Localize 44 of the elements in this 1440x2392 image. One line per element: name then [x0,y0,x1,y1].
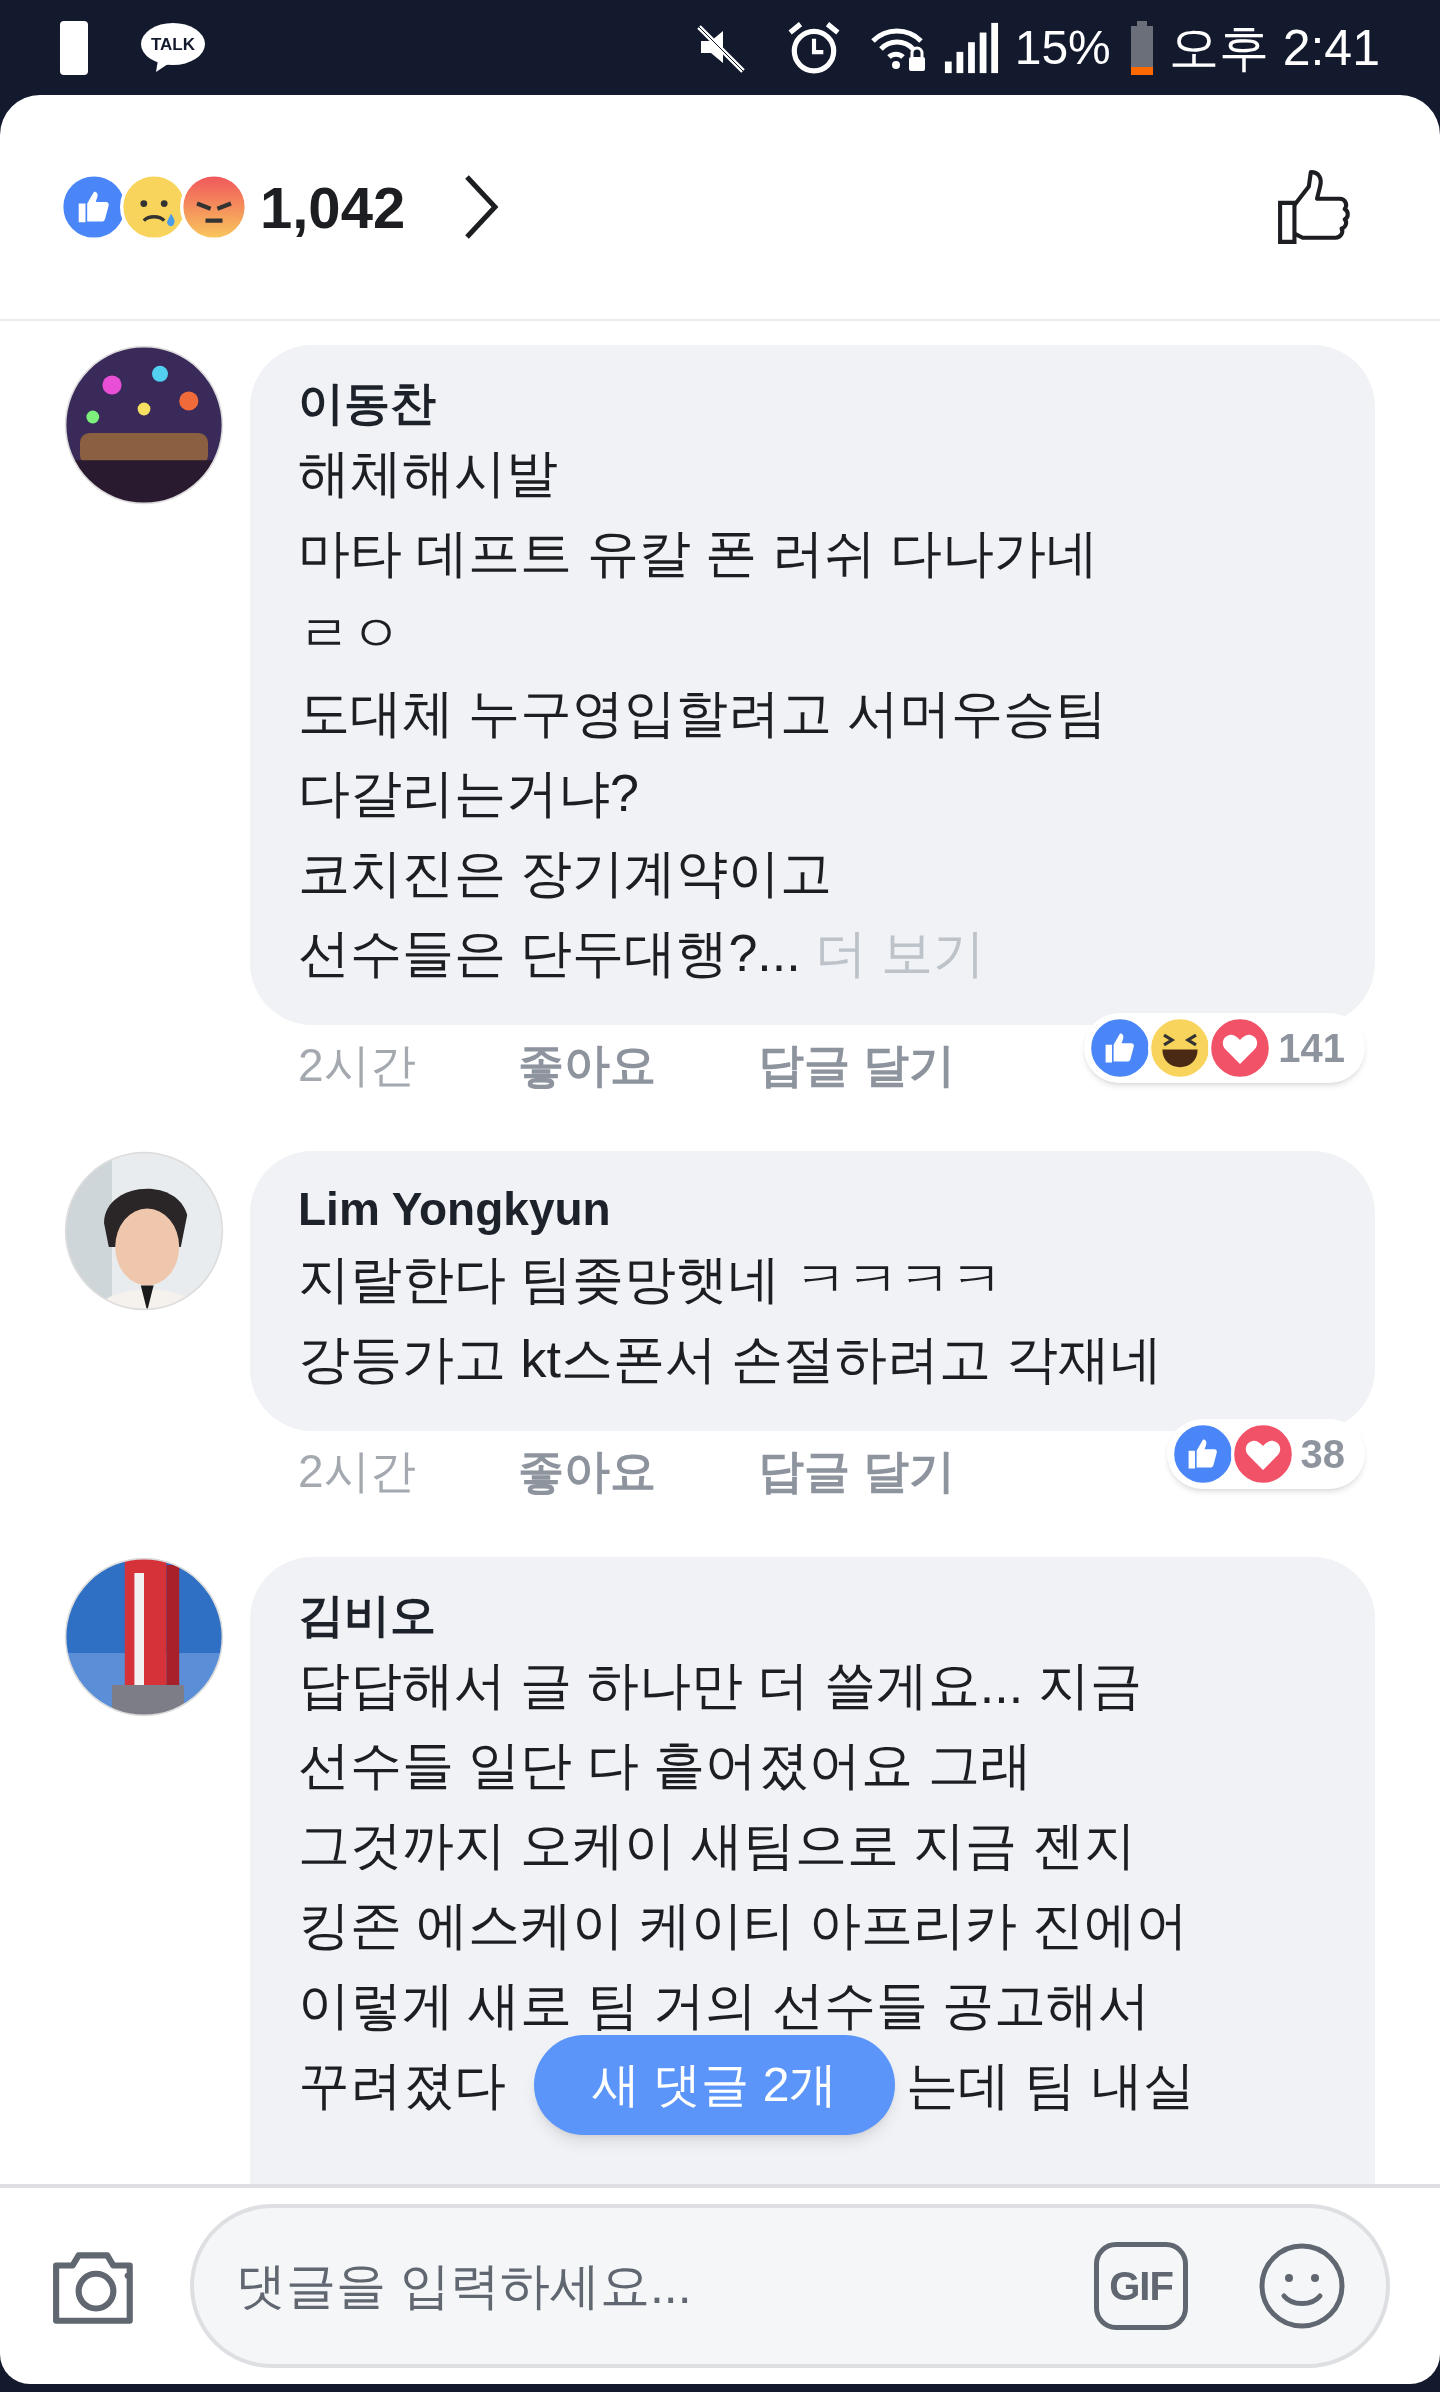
comment-text: 선수들은 단두대행?... [298,923,801,984]
chat-bubble-icon [140,21,206,74]
gif-button[interactable]: GIF [1094,2242,1188,2330]
like-link[interactable]: 좋아요 [518,1431,758,1511]
chevron-right-icon[interactable] [463,173,500,241]
comment-author[interactable]: Lim Yongkyun [298,1179,1345,1239]
reply-link[interactable]: 답글 달기 [758,1431,955,1511]
comment-text: 강등가고 kt스폰서 손절하려고 각재네 [298,1329,1163,1390]
battery-icon [1128,20,1155,75]
reaction-count: 38 [1300,1431,1345,1478]
reply-link[interactable]: 답글 달기 [758,1025,955,1105]
new-comments-button[interactable]: 새 댓글 2개 [534,2035,896,2135]
comment-text: 지랄한다 팀좆망햇네 ㅋㅋㅋㅋ [298,1249,1004,1310]
comment-text: 선수들 일단 다 흩어졌어요 그래 [298,1735,1033,1796]
comment-text: 꾸려졌다 [298,2055,506,2116]
comment-text: 그것까지 오케이 새팀으로 지금 젠지 [298,1815,1137,1876]
emoji-icon[interactable] [1258,2242,1346,2330]
like-link[interactable]: 좋아요 [518,1025,758,1105]
comment-text: 이렇게 새로 팀 거의 선수들 공고해서 [298,1975,1152,2036]
clock-time: 오후 2:41 [1168,22,1380,73]
reaction-summary-pill[interactable]: 141 [1084,1013,1365,1083]
comment-text: 마타 데프트 유칼 폰 러쉬 다나가네 [298,523,1100,584]
signal-icon [942,21,999,74]
reaction-count[interactable]: 1,042 [260,163,406,251]
comment-author[interactable]: 이동찬 [298,373,1345,433]
comment-text: 코치진은 장기계약이고 [298,843,834,904]
comment-text: 킹존 에스케이 케이티 아프리카 진에어 [298,1895,1189,1956]
comment-author[interactable]: 김비오 [298,1585,1345,1645]
comment-text: 답답해서 글 하나만 더 쓸게요... 지금 [298,1655,1143,1716]
reaction-summary-pill[interactable]: 38 [1166,1419,1365,1489]
app-badge-text: TALK [149,33,197,56]
comment-input-field[interactable]: 댓글을 입력하세요... GIF [190,2204,1390,2368]
comment-text: 다갈리는거냐? [298,763,640,824]
comment-text: 해체해시발 [298,443,559,504]
comment-text: ㄹㅇ [298,603,403,664]
comment-time: 2시간 [298,1444,417,1499]
comment-text: 는데 팀 내실 [906,2055,1195,2116]
heart-reaction-icon [1230,1422,1295,1486]
comment-text: 도대체 누구영입할려고 서머우승팀 [298,683,1108,744]
angry-reaction-icon [180,173,248,241]
reaction-count: 141 [1278,1025,1345,1072]
comment-time: 2시간 [298,1038,417,1093]
phone-icon [60,20,88,75]
battery-percent: 15% [1014,23,1111,72]
